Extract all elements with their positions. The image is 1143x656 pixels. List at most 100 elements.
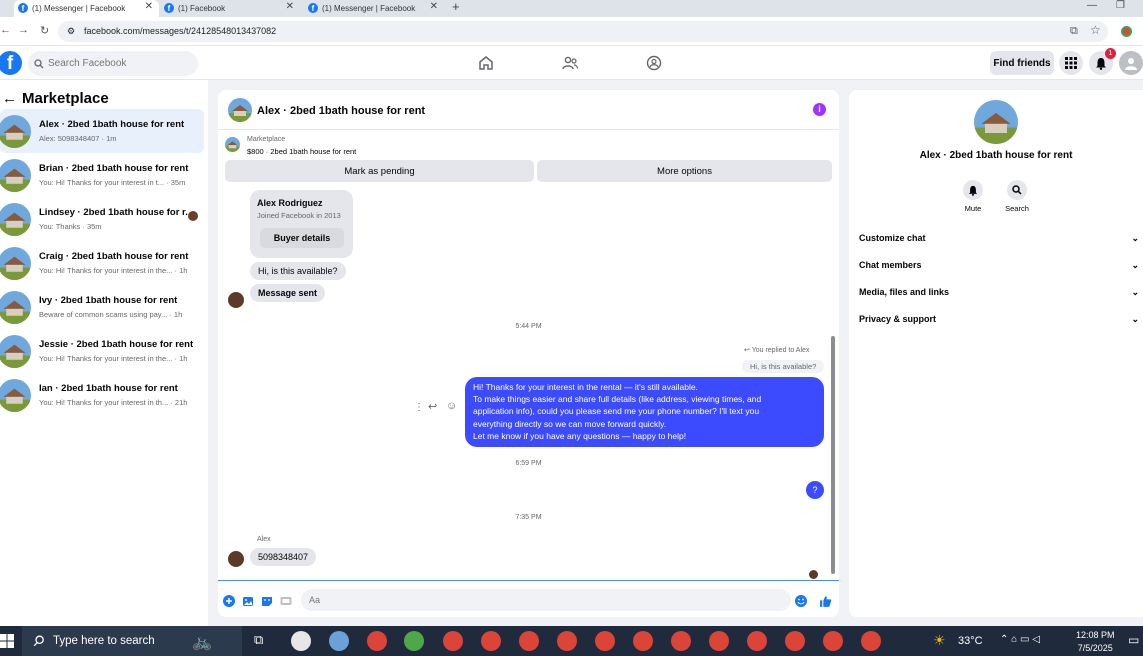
mute-label: Mute — [964, 204, 982, 213]
clock[interactable]: 12:08 PM 7/5/2025 — [1076, 629, 1115, 655]
chrome-icon[interactable] — [671, 631, 691, 651]
search-input[interactable] — [48, 58, 188, 69]
mute-button[interactable] — [963, 180, 983, 200]
chrome-icon[interactable] — [443, 631, 463, 651]
chrome-icon[interactable] — [785, 631, 805, 651]
mark-as-pending-button[interactable]: Mark as pending — [225, 160, 534, 182]
menu-grid-button[interactable] — [1059, 51, 1083, 75]
facebook-header: f Find friends — [0, 46, 1143, 80]
task-view-icon[interactable]: ⧉ — [254, 632, 263, 648]
windows-start-icon[interactable] — [0, 634, 14, 648]
browser-tab-messenger[interactable]: f (1) Messenger | Facebook ✕ — [14, 0, 159, 17]
find-friends-button[interactable]: Find friends — [990, 51, 1054, 75]
conversation-item[interactable]: Ivy · 2bed 1bath house for rent Beware of… — [0, 285, 204, 329]
chrome-icon[interactable] — [633, 631, 653, 651]
house-thumbnail-icon — [0, 379, 31, 412]
outgoing-message[interactable]: ? — [806, 481, 824, 499]
site-settings-icon[interactable]: ⚙ — [67, 21, 75, 42]
tab-label: (1) Messenger | Facebook — [322, 4, 416, 13]
conversation-item[interactable]: Jessie · 2bed 1bath house for rent You: H… — [0, 329, 204, 373]
sticker-icon[interactable] — [261, 595, 273, 607]
thumbs-up-icon[interactable] — [819, 595, 832, 608]
profile-extension-icon[interactable] — [1121, 26, 1132, 37]
forward-icon[interactable]: → — [18, 24, 29, 36]
chat-avatar-large[interactable] — [974, 100, 1018, 144]
more-actions-icon[interactable]: ⋮ — [414, 402, 424, 413]
conversation-item[interactable]: Ian · 2bed 1bath house for rent You: Hi! … — [0, 373, 204, 417]
search-in-chat-button[interactable] — [1007, 180, 1027, 200]
new-tab-icon[interactable]: + — [452, 0, 460, 14]
conversation-item[interactable]: Craig · 2bed 1bath house for rent You: Hi… — [0, 241, 204, 285]
chrome-icon[interactable] — [481, 631, 501, 651]
chat-avatar[interactable] — [228, 98, 252, 122]
privacy-support-row[interactable]: Privacy & support ⌄ — [859, 309, 1139, 329]
scrollbar-thumb[interactable] — [831, 336, 835, 574]
taskbar-search[interactable]: Type here to search 🚲 — [22, 626, 242, 656]
temperature[interactable]: 33°C — [958, 635, 983, 647]
more-options-button[interactable]: More options — [537, 160, 832, 182]
customize-chat-row[interactable]: Customize chat ⌄ — [859, 228, 1139, 248]
buyer-card: Alex Rodriguez Joined Facebook in 2013 B… — [250, 190, 353, 258]
conversation-list-panel: ← Marketplace Alex · 2bed 1bath house fo… — [0, 80, 208, 626]
back-arrow-icon[interactable]: ← — [2, 90, 17, 107]
chat-title[interactable]: Alex · 2bed 1bath house for rent — [257, 105, 425, 117]
message-line: everything directly so we can move forwa… — [473, 418, 667, 429]
facebook-logo-icon[interactable]: f — [0, 51, 22, 75]
back-icon[interactable]: ← — [0, 24, 11, 36]
notifications-center-icon[interactable]: ▭ — [1128, 633, 1139, 647]
chrome-icon[interactable] — [747, 631, 767, 651]
row-label: Chat members — [859, 260, 922, 270]
photo-icon[interactable] — [242, 595, 254, 607]
react-emoji-icon[interactable]: ☺ — [446, 400, 457, 412]
friends-icon[interactable] — [561, 54, 579, 72]
taskbar-app-icon[interactable] — [291, 631, 311, 651]
conversation-preview: You: Hi! Thanks for your interest in the… — [39, 266, 188, 275]
incoming-message[interactable]: Message sent — [250, 284, 326, 302]
utorrent-icon[interactable] — [404, 631, 424, 651]
buyer-details-button[interactable]: Buyer details — [260, 228, 344, 248]
system-tray-icons[interactable]: ⌃ ⌂ ▭ ◁ — [1000, 634, 1040, 645]
close-tab-icon[interactable]: ✕ — [286, 1, 294, 12]
plus-icon[interactable] — [223, 595, 235, 607]
chrome-icon[interactable] — [367, 631, 387, 651]
quoted-message[interactable]: Hi, is this available? — [742, 360, 825, 373]
restore-icon[interactable]: ❐ — [1116, 0, 1125, 11]
conversation-name: Lindsey · 2bed 1bath house for r... — [39, 207, 194, 218]
outgoing-message[interactable]: Hi! Thanks for your interest in the rent… — [465, 377, 824, 447]
reload-icon[interactable]: ↻ — [40, 24, 49, 37]
chrome-icon[interactable] — [823, 631, 843, 651]
close-tab-icon[interactable]: ✕ — [145, 1, 153, 12]
taskbar-app-icon[interactable] — [329, 631, 349, 651]
chrome-icon[interactable] — [519, 631, 539, 651]
gif-icon[interactable] — [280, 595, 292, 607]
timestamp: 7:35 PM — [515, 514, 542, 521]
groups-icon[interactable] — [645, 54, 663, 72]
message-input[interactable] — [301, 589, 791, 611]
chrome-icon[interactable] — [595, 631, 615, 651]
browser-tab-messenger-2[interactable]: f (1) Messenger | Facebook ✕ — [304, 0, 444, 17]
conversation-item[interactable]: Alex · 2bed 1bath house for rent Alex: 50… — [0, 109, 204, 153]
chat-members-row[interactable]: Chat members ⌄ — [859, 255, 1139, 275]
home-icon[interactable] — [477, 54, 495, 72]
conversation-item[interactable]: Brian · 2bed 1bath house for rent You: Hi… — [0, 153, 204, 197]
close-tab-icon[interactable]: ✕ — [430, 1, 438, 12]
minimize-icon[interactable]: — — [1087, 0, 1097, 11]
reply-icon[interactable]: ↩ — [428, 400, 437, 413]
search-box[interactable] — [28, 51, 198, 76]
incoming-message[interactable]: Hi, is this available? — [250, 262, 346, 280]
bookmark-star-icon[interactable]: ☆ — [1090, 23, 1101, 37]
media-files-row[interactable]: Media, files and links ⌄ — [859, 282, 1139, 302]
chrome-icon[interactable] — [557, 631, 577, 651]
browser-tab-facebook[interactable]: f (1) Facebook ✕ — [160, 0, 300, 17]
address-bar[interactable]: ⚙ facebook.com/messages/t/24128548013437… — [58, 21, 1108, 42]
incoming-message[interactable]: 5098348407 — [250, 548, 317, 566]
info-icon[interactable]: i — [813, 103, 826, 116]
conversation-item[interactable]: Lindsey · 2bed 1bath house for r... You: … — [0, 197, 204, 241]
chat-details-panel: Alex · 2bed 1bath house for rent Mute Se… — [849, 90, 1143, 617]
conversation-preview: You: Hi! Thanks for your interest in the… — [39, 354, 188, 363]
emoji-icon[interactable] — [795, 595, 807, 607]
chrome-icon[interactable] — [709, 631, 729, 651]
chrome-icon[interactable] — [861, 631, 881, 651]
profile-avatar[interactable] — [1119, 51, 1143, 75]
install-app-icon[interactable]: ⧉ — [1070, 25, 1078, 38]
